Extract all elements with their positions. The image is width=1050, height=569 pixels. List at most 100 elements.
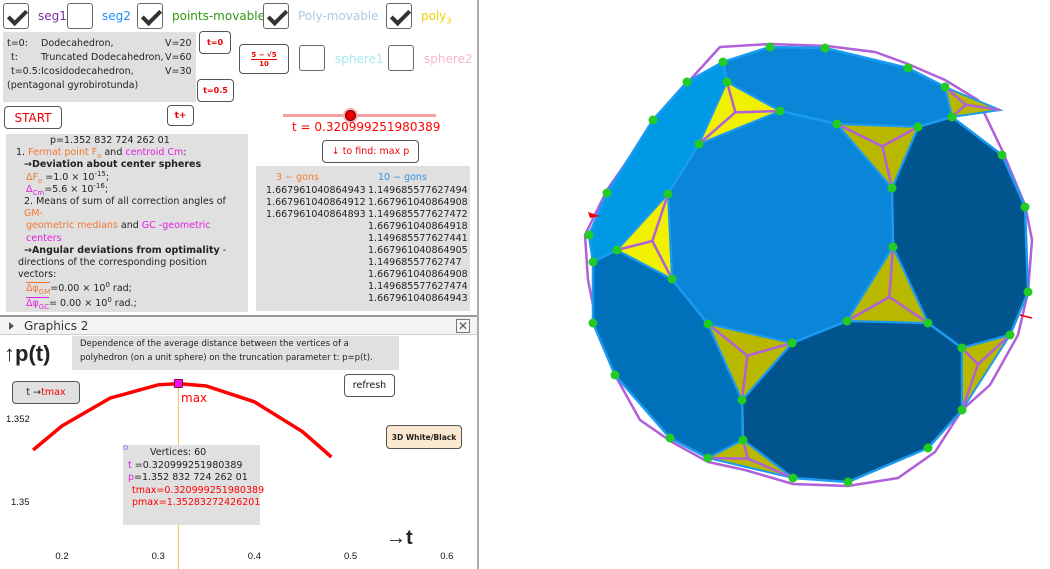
vertex-point [957,405,967,415]
vertex-point [765,42,775,52]
vertex-point [843,477,853,487]
vertex-point [913,122,923,132]
vertex-point [588,257,598,267]
vertex-point [612,245,622,255]
vertex-point [1020,202,1030,212]
x-axis-label: →t [386,527,413,549]
gon-value: 1.667961040864943 [368,293,468,304]
triangle-face [943,85,1004,119]
vertex-point [722,77,732,87]
vertex-point [787,338,797,348]
refresh-button[interactable]: refresh [344,374,395,397]
gon-value: 1.667961040864943 [266,185,366,196]
point-marker-icon[interactable] [123,445,128,450]
vertex-point [957,343,967,353]
poly3-label: poly3 [421,9,452,26]
white-black-button[interactable]: 3D White/Black [386,425,462,449]
gon-value: 1.149685577627441 [368,233,468,244]
column-10-gons: 1.149685577627494 1.667961040864908 1.1496… [368,185,468,305]
t-slider[interactable] [283,114,436,117]
seg2-label: seg2 [102,9,131,23]
x-tick-label: 0.4 [248,551,261,562]
gon-value: 1.667961040864905 [368,245,468,256]
wire-spoke [735,109,781,114]
points-movable-checkbox[interactable] [137,3,163,29]
collapse-triangle-icon[interactable] [9,322,14,330]
vertex-point [1005,330,1015,340]
find-max-p-button[interactable]: ↓ to find: max p [322,140,419,163]
polyhedra-info-box: t=0: Dodecahedron, V=20 t: Truncated Dodeca… [3,32,196,102]
t-plus-button[interactable]: t+ [167,105,194,126]
vertex-point [602,188,612,198]
gon-value: 1.14968557762747 [368,257,462,268]
t05-button[interactable]: t=0.5 [197,79,234,102]
seg2-checkbox[interactable] [67,3,93,29]
max-label: max [181,391,208,405]
vertex-point [1023,287,1033,297]
graphics2-title: Graphics 2 [24,319,89,333]
gon-value: 1.667961040864908 [368,269,468,280]
gon-value: 1.667961040864893 [266,209,366,220]
vertex-point [788,473,798,483]
y-tick-label: 1.35 [11,497,30,508]
vertex-point [832,119,842,129]
vertex-point [682,77,692,87]
seg1-checkbox[interactable] [3,3,29,29]
t0-button[interactable]: t=0 [199,31,231,54]
vertex-point [703,453,713,463]
sphere1-label: sphere1 [335,52,384,66]
poly-movable-checkbox[interactable] [263,3,289,29]
header-3-gons: 3 − gons [276,172,319,183]
gon-value: 1.149685577627472 [368,209,468,220]
x-tick-label: 0.2 [55,551,68,562]
sphere2-label: sphere2 [424,52,473,66]
deviation-box: p=1.352 832 724 262 01 1. Fermat point F… [6,134,248,312]
vertex-point [997,150,1007,160]
t-to-tmax-button[interactable]: t → tmax [12,381,80,404]
vertex-point [703,319,713,329]
gon-value: 1.149685577627474 [368,281,468,292]
column-3-gons: 1.667961040864943 1.667961040864912 1.6679… [266,185,366,221]
vertex-point [738,435,748,445]
vertex-point [947,112,957,122]
vertex-point [663,189,673,199]
t-slider-value: t = 0.320999251980389 [292,120,441,134]
vertex-point [940,82,950,92]
values-box: Vertices: 60 t =0.320999251980389 p=1.35… [123,445,264,525]
sphere2-checkbox[interactable] [388,45,414,71]
3d-polyhedron-view[interactable] [480,0,1050,569]
vertex-point [718,57,728,67]
x-tick-label: 0.5 [344,551,357,562]
vertex-point [588,318,598,328]
vertex-point [887,183,897,193]
vertex-point [694,139,704,149]
graphics2-titlebar: Graphics 2 ✕ [0,317,478,335]
vertex-point [584,230,594,240]
triangle-face [961,333,1013,414]
x-tick-label: 0.3 [152,551,165,562]
vertex-point [667,274,677,284]
gon-value: 1.149685577627494 [368,185,468,196]
vertex-point [665,433,675,443]
gons-table: 3 − gons 10 − gons 1.667961040864943 1.66… [256,166,470,311]
vertex-point [888,242,898,252]
poly3-checkbox[interactable] [386,3,412,29]
chart-description: Dependence of the average distance betwe… [72,336,399,370]
vertex-point [610,370,620,380]
vertex-point [923,443,933,453]
header-10-gons: 10 − gons [378,172,427,183]
sphere1-checkbox[interactable] [299,45,325,71]
vertex-point [775,106,785,116]
wire-spoke [707,456,749,460]
vertex-point [737,395,747,405]
left-panel-border [477,0,479,569]
seg1-label: seg1 [38,9,67,23]
points-movable-label: points-movable [172,9,266,23]
gon-value: 1.667961040864918 [368,221,468,232]
gon-value: 1.667961040864908 [368,197,468,208]
close-icon[interactable]: ✕ [456,319,470,333]
vertex-point [648,115,658,125]
start-button[interactable]: START [4,106,62,129]
vertex-point [923,318,933,328]
special-t-button[interactable]: 5 − √5 10 [239,44,289,74]
